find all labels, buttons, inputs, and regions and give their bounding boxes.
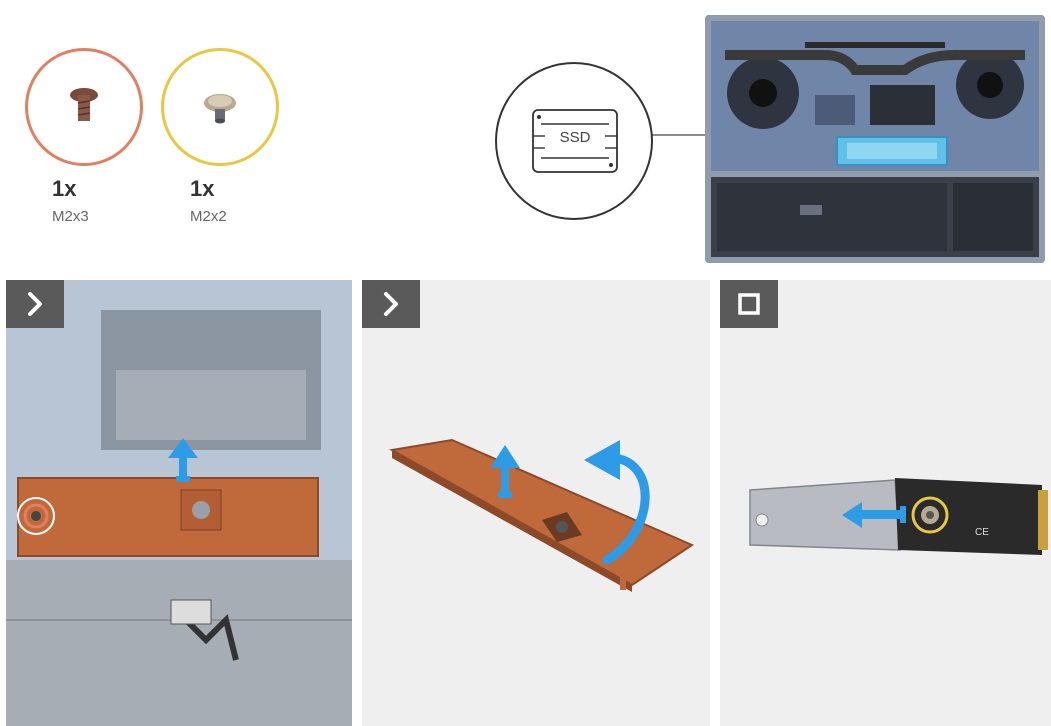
- svg-text:CE: CE: [975, 527, 989, 538]
- screw-m2x3-ring: [25, 48, 143, 166]
- screw-m2x2-quantity: 1x: [190, 176, 215, 201]
- screw-m2x2-ring: [161, 48, 279, 166]
- screw-m2x2-icon: [204, 94, 236, 124]
- step-2-badge: [362, 280, 420, 328]
- step-1-badge: [6, 280, 64, 328]
- step-1-illustration: [6, 280, 352, 726]
- screw-m2x3-icon: [70, 88, 98, 121]
- step-2-illustration: [362, 280, 710, 726]
- ssd-callout-circle: SSD: [495, 62, 653, 220]
- step-panel-3: CE: [720, 280, 1051, 726]
- step-panel-1: [6, 280, 352, 726]
- laptop-overview-image: [705, 15, 1045, 263]
- chevron-right-icon: [28, 292, 42, 316]
- step-3-illustration: CE: [720, 280, 1051, 726]
- screw-m2x3-quantity: 1x: [52, 176, 77, 201]
- ssd-callout-label: SSD: [552, 129, 598, 146]
- step-3-badge: [720, 280, 778, 328]
- square-stop-icon: [738, 293, 760, 315]
- chevron-right-icon: [384, 292, 398, 316]
- screw-m2x2-size: M2x2: [190, 208, 227, 225]
- screw-m2x3-size: M2x3: [52, 208, 89, 225]
- step-panel-2: [362, 280, 710, 726]
